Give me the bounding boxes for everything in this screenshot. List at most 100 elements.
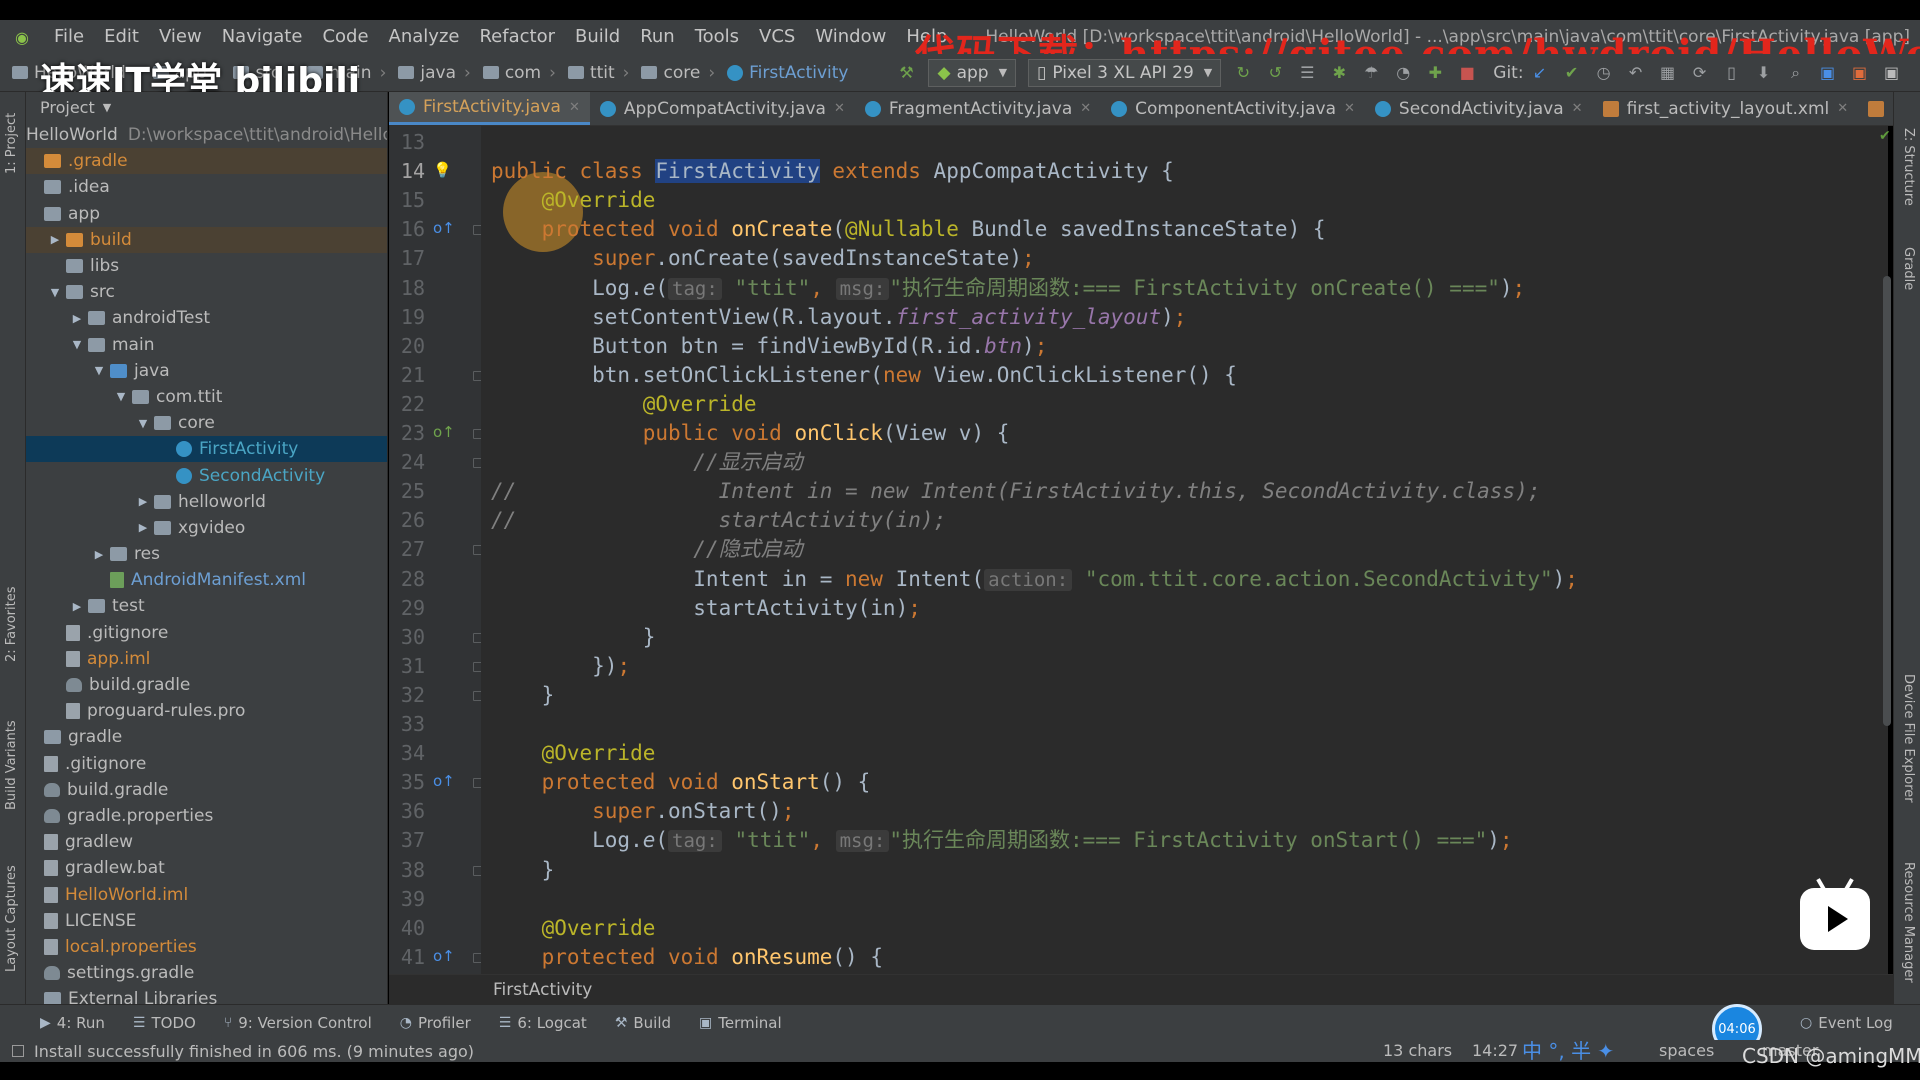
- tree-item[interactable]: ▶ androidTest: [26, 305, 387, 331]
- collapsed-arrow-icon[interactable]: ▶: [92, 548, 106, 561]
- tree-item[interactable]: proguard-rules.pro: [26, 698, 387, 724]
- fold-marker-icon[interactable]: [473, 865, 481, 876]
- structure-tool-button[interactable]: Z: Structure: [1901, 128, 1916, 206]
- tree-item[interactable]: ▶ build: [26, 226, 387, 253]
- close-icon[interactable]: ✕: [1572, 101, 1583, 116]
- caret-position[interactable]: 14:27: [1472, 1040, 1518, 1062]
- project-tool-button[interactable]: 1: Project: [4, 113, 19, 174]
- menu-tools[interactable]: Tools: [685, 20, 749, 54]
- tool-window-button[interactable]: ▶ 4: Run: [0, 1014, 119, 1032]
- close-icon[interactable]: ✕: [1344, 101, 1355, 116]
- profile-icon[interactable]: ◔: [1391, 61, 1415, 85]
- editor-tab[interactable]: AppCompatActivity.java ✕: [590, 92, 855, 125]
- tool-window-button[interactable]: ⚒ Build: [601, 1014, 685, 1032]
- collapsed-arrow-icon[interactable]: ▶: [136, 521, 150, 534]
- breadcrumb-item[interactable]: FirstActivity: [721, 63, 854, 83]
- menu-analyze[interactable]: Analyze: [379, 20, 470, 54]
- project-root[interactable]: HelloWorld D:\workspace\ttit\android\Hel…: [26, 122, 387, 148]
- tree-item[interactable]: ▶ xgvideo: [26, 515, 387, 541]
- tree-item[interactable]: ▼ com.ttit: [26, 384, 387, 410]
- toggle-tool-windows-icon[interactable]: [12, 1045, 24, 1057]
- implements-marker-icon[interactable]: o↑: [433, 423, 455, 441]
- tree-item[interactable]: .gitignore: [26, 620, 387, 646]
- override-marker-icon[interactable]: o↑: [433, 219, 455, 237]
- override-marker-icon[interactable]: o↑: [433, 772, 455, 790]
- code-editor[interactable]: public class FirstActivity extends AppCo…: [481, 126, 1888, 974]
- favorites-tool-button[interactable]: 2: Favorites: [4, 586, 19, 662]
- tree-item[interactable]: ▶ res: [26, 541, 387, 567]
- fold-marker-icon[interactable]: [473, 690, 481, 701]
- project-view-select[interactable]: Project ▼: [26, 92, 387, 122]
- editor-tab[interactable]: SecondActivity.java ✕: [1365, 92, 1593, 125]
- tree-item[interactable]: LICENSE: [26, 908, 387, 934]
- close-icon[interactable]: ✕: [834, 101, 845, 116]
- menu-build[interactable]: Build: [565, 20, 630, 54]
- menu-run[interactable]: Run: [630, 20, 685, 54]
- expanded-arrow-icon[interactable]: ▼: [48, 286, 62, 299]
- tree-item[interactable]: HelloWorld.iml: [26, 881, 387, 907]
- tree-item[interactable]: AndroidManifest.xml: [26, 567, 387, 593]
- indent-setting[interactable]: spaces: [1659, 1040, 1714, 1062]
- breadcrumb-item[interactable]: core ›: [635, 63, 721, 83]
- close-icon[interactable]: ✕: [1837, 101, 1848, 116]
- fold-marker-icon[interactable]: [473, 778, 481, 789]
- build-variants-tool-button[interactable]: Build Variants: [4, 720, 19, 810]
- resource-manager-tool-button[interactable]: Resource Manager: [1901, 862, 1916, 983]
- project-structure-icon[interactable]: ▦: [1656, 61, 1680, 85]
- git-rollback-icon[interactable]: ↶: [1624, 61, 1648, 85]
- editor-tab[interactable]: second_act: [1858, 92, 1893, 125]
- layout-captures-tool-button[interactable]: Layout Captures: [4, 865, 19, 972]
- git-update-icon[interactable]: ↙: [1528, 61, 1552, 85]
- avd-manager-icon[interactable]: ▯: [1720, 61, 1744, 85]
- coverage-icon[interactable]: ☂: [1359, 61, 1383, 85]
- device-file-explorer-tool-button[interactable]: Device File Explorer: [1901, 674, 1916, 803]
- git-history-icon[interactable]: ◷: [1592, 61, 1616, 85]
- menu-vcs[interactable]: VCS: [749, 20, 805, 54]
- tool-window-button[interactable]: ◔ Profiler: [386, 1014, 485, 1032]
- tree-item[interactable]: .gradle: [26, 148, 387, 175]
- gradle-tool-button[interactable]: Gradle: [1901, 247, 1916, 290]
- tree-item[interactable]: ▼ src: [26, 279, 387, 305]
- build-hammer-icon[interactable]: ⚒: [894, 61, 918, 85]
- editor-scrollbar[interactable]: [1881, 126, 1893, 974]
- fold-marker-icon[interactable]: [473, 952, 481, 963]
- menu-refactor[interactable]: Refactor: [469, 20, 565, 54]
- scroll-thumb[interactable]: [1883, 276, 1891, 726]
- tree-item[interactable]: SecondActivity: [26, 462, 387, 488]
- device-select[interactable]: ▯ Pixel 3 XL API 29 ▼: [1028, 58, 1222, 87]
- close-icon[interactable]: ✕: [569, 100, 580, 115]
- sync-gradle-icon[interactable]: ⟳: [1688, 61, 1712, 85]
- fold-marker-icon[interactable]: [473, 458, 481, 469]
- lightbulb-icon[interactable]: 💡: [433, 161, 452, 179]
- tree-item[interactable]: libs: [26, 253, 387, 279]
- tree-item[interactable]: build.gradle: [26, 672, 387, 698]
- tree-item[interactable]: app.iml: [26, 646, 387, 672]
- fold-marker-icon[interactable]: [473, 661, 481, 672]
- tree-item[interactable]: ▶ helloworld: [26, 489, 387, 515]
- fold-marker-icon[interactable]: [473, 429, 481, 439]
- tree-item[interactable]: gradle.properties: [26, 803, 387, 829]
- fold-marker-icon[interactable]: [473, 370, 481, 381]
- fold-marker-icon[interactable]: [473, 632, 481, 643]
- editor-tab[interactable]: ComponentActivity.java ✕: [1101, 92, 1365, 125]
- tree-item[interactable]: .idea: [26, 174, 387, 200]
- editor-tab[interactable]: first_activity_layout.xml ✕: [1593, 92, 1859, 125]
- git-commit-icon[interactable]: ✔: [1560, 61, 1584, 85]
- expanded-arrow-icon[interactable]: ▼: [70, 338, 84, 351]
- menu-file[interactable]: File: [44, 20, 94, 54]
- collapsed-arrow-icon[interactable]: ▶: [70, 600, 84, 613]
- menu-edit[interactable]: Edit: [94, 20, 149, 54]
- menu-view[interactable]: View: [149, 20, 212, 54]
- tree-item[interactable]: build.gradle: [26, 777, 387, 803]
- plugin-icon[interactable]: ▣: [1880, 61, 1904, 85]
- tree-item[interactable]: local.properties: [26, 934, 387, 960]
- breadcrumb-item[interactable]: ttit ›: [562, 63, 636, 83]
- tool-window-button[interactable]: ▣ Terminal: [685, 1014, 796, 1032]
- plugin-icon[interactable]: ▣: [1816, 61, 1840, 85]
- plugin-icon[interactable]: ▣: [1848, 61, 1872, 85]
- tree-item[interactable]: settings.gradle: [26, 960, 387, 986]
- fold-marker-icon[interactable]: [473, 545, 481, 556]
- tree-item[interactable]: gradlew: [26, 829, 387, 855]
- debug-icon[interactable]: ✱: [1327, 61, 1351, 85]
- fold-marker-icon[interactable]: [473, 225, 481, 236]
